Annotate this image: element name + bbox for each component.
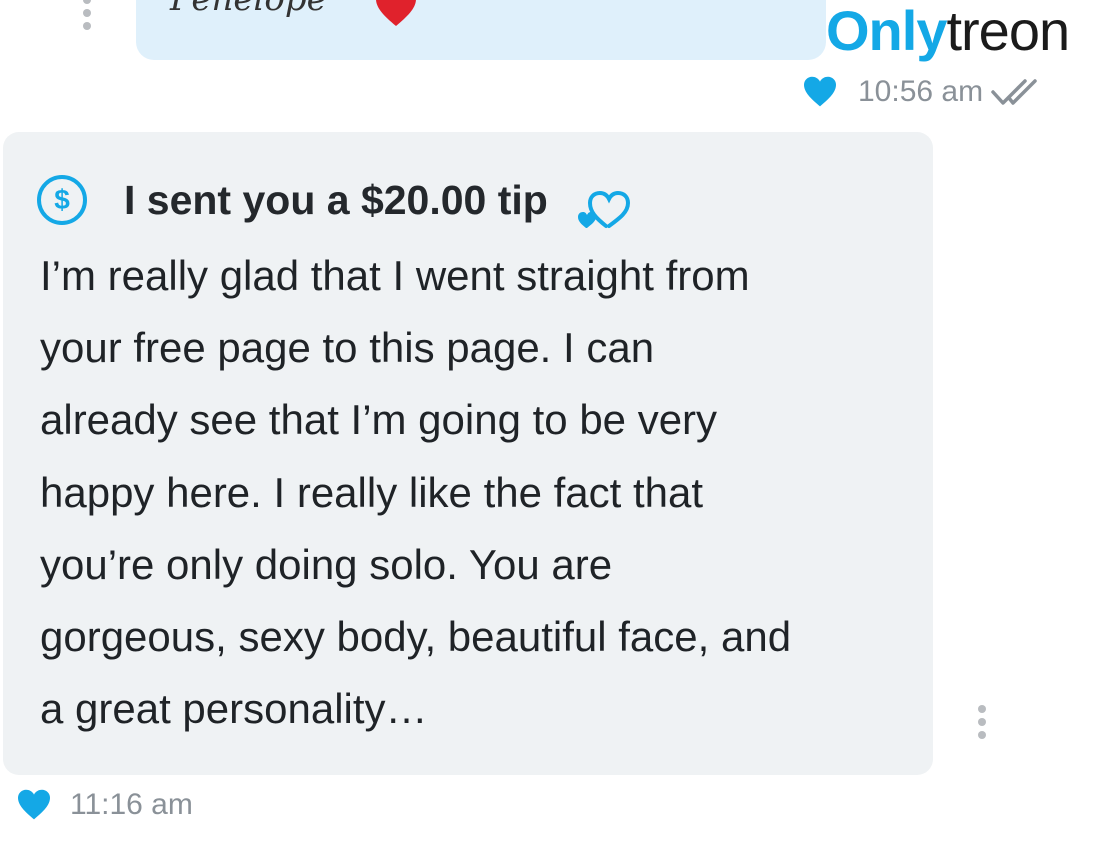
read-receipt-icon	[991, 79, 1037, 105]
sent-message-meta: 10:56 am	[802, 75, 1047, 109]
sent-message-bubble[interactable]: Penelope	[136, 0, 826, 60]
tip-header: $ I sent you a $20.00 tip	[37, 168, 638, 232]
watermark-logo: Onlytreon	[826, 0, 1070, 62]
received-message-meta: 11:16 am	[16, 788, 193, 822]
sent-timestamp: 10:56 am	[858, 75, 984, 108]
dollar-circle-icon: $	[37, 175, 87, 225]
like-heart-icon[interactable]	[802, 76, 838, 108]
message-body-text: I’m really glad that I went straight fro…	[40, 252, 792, 733]
tip-label: I sent you a $20.00 tip	[124, 176, 548, 223]
chat-screen: Penelope Onlytreon 10:56 am $ I sent you…	[0, 0, 1113, 847]
sent-message-text: Penelope	[170, 0, 327, 16]
watermark-part-2: treon	[946, 0, 1070, 62]
heart-emoji-icon	[376, 0, 416, 26]
watermark-part-1: Only	[826, 0, 947, 62]
message-options-icon[interactable]	[82, 0, 92, 30]
received-timestamp: 11:16 am	[70, 788, 193, 821]
hearts-icon	[577, 190, 630, 228]
received-message-bubble[interactable]: $ I sent you a $20.00 tip I’m really gla…	[3, 132, 933, 775]
like-heart-icon[interactable]	[16, 789, 52, 821]
message-options-icon[interactable]	[977, 705, 987, 739]
